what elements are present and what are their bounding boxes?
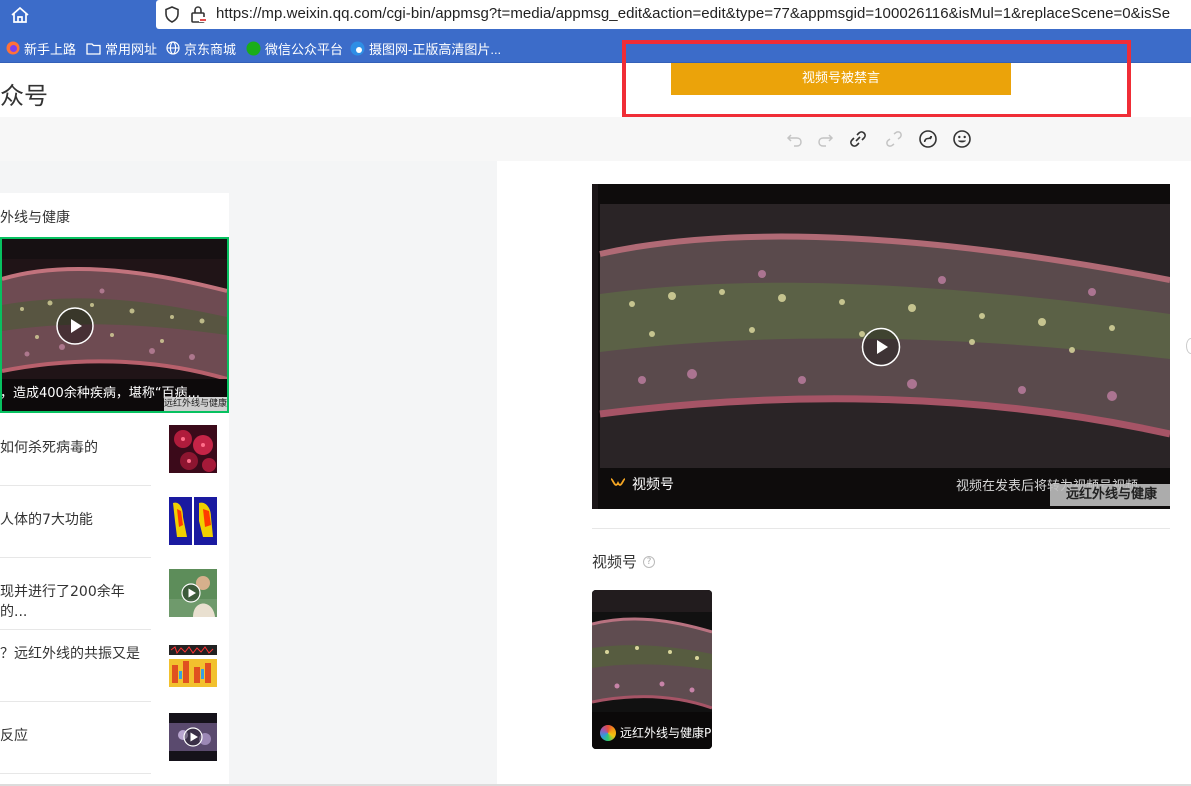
- unlink-icon[interactable]: [884, 129, 904, 149]
- channel-name: 远红外线与健康P: [600, 724, 712, 741]
- item-title: ？远红外线的共振又是: [0, 646, 140, 662]
- section-label-text: 视频号: [592, 553, 638, 571]
- folder-icon: [86, 42, 101, 55]
- scroll-handle[interactable]: [1186, 338, 1191, 354]
- bookmark-label: 常用网址: [105, 41, 158, 57]
- shield-icon[interactable]: [164, 6, 180, 23]
- globe-icon: [166, 41, 180, 55]
- bookmark-label: 京东商城: [184, 41, 237, 57]
- shetu-icon: [350, 41, 365, 55]
- video-channel-label: 视频号: [610, 474, 674, 494]
- play-icon[interactable]: [861, 327, 901, 367]
- browser-url-bar: https://mp.weixin.qq.com/cgi-bin/appmsg?…: [0, 0, 1191, 31]
- item-title: 如何杀死病毒的: [0, 440, 98, 456]
- page-title: 众号: [0, 82, 48, 110]
- firefox-icon: [6, 41, 20, 55]
- bookmark-newbie[interactable]: 新手上路: [6, 39, 76, 57]
- avatar: [600, 724, 616, 741]
- channels-section-label: 视频号 ?: [592, 551, 656, 572]
- bookmark-shetu[interactable]: 摄图网-正版高清图片...: [350, 39, 501, 57]
- help-icon[interactable]: ?: [643, 555, 656, 568]
- channel-name-text: 远红外线与健康P: [620, 726, 712, 740]
- item-thumbnail: [169, 641, 217, 689]
- bookmark-label: 摄图网-正版高清图片...: [369, 41, 502, 57]
- channels-logo-icon: [610, 478, 626, 486]
- address-field[interactable]: https://mp.weixin.qq.com/cgi-bin/appmsg?…: [156, 0, 1191, 29]
- item-thumbnail: [169, 713, 217, 761]
- item-thumbnail: [169, 569, 217, 617]
- play-icon[interactable]: [55, 306, 95, 346]
- bookmark-common-sites[interactable]: 常用网址: [86, 39, 157, 57]
- divider: [592, 528, 1170, 529]
- link-icon[interactable]: [848, 129, 868, 149]
- cover-watermark: 远红外线与健康: [164, 397, 227, 411]
- bookmark-label: 新手上路: [24, 41, 77, 57]
- editor-toolbar: [0, 117, 1191, 161]
- item-thumbnail: [169, 497, 217, 545]
- video-watermark: 远红外线与健康: [1050, 484, 1170, 506]
- video-label-text: 视频号: [632, 477, 674, 493]
- wechat-mp-icon: [246, 41, 261, 55]
- list-item[interactable]: 现并进行了200余年的...: [0, 558, 151, 630]
- bookmark-jd[interactable]: 京东商城: [166, 39, 236, 57]
- list-item[interactable]: 如何杀死病毒的: [0, 414, 151, 486]
- item-title: 人体的7大功能: [0, 512, 93, 528]
- bookmark-label: 微信公众平台: [265, 41, 344, 57]
- redo-icon[interactable]: [815, 129, 835, 149]
- emoji-icon[interactable]: [952, 129, 972, 149]
- url-text: https://mp.weixin.qq.com/cgi-bin/appmsg?…: [216, 5, 1171, 22]
- item-thumbnail: [169, 425, 217, 473]
- bookmark-wechat-mp[interactable]: 微信公众平台: [246, 39, 343, 57]
- item-title: 反应: [0, 728, 28, 744]
- mini-program-icon[interactable]: [918, 129, 938, 149]
- lock-icon[interactable]: [190, 5, 206, 23]
- home-icon[interactable]: [9, 5, 31, 25]
- list-item[interactable]: 人体的7大功能: [0, 486, 151, 558]
- highlight-box: [622, 40, 1131, 118]
- account-name: 外线与健康: [0, 210, 70, 226]
- list-item[interactable]: 反应: [0, 702, 151, 774]
- undo-icon[interactable]: [785, 129, 805, 149]
- list-item[interactable]: ？远红外线的共振又是: [0, 630, 151, 702]
- item-title: 现并进行了200余年的...: [0, 584, 125, 620]
